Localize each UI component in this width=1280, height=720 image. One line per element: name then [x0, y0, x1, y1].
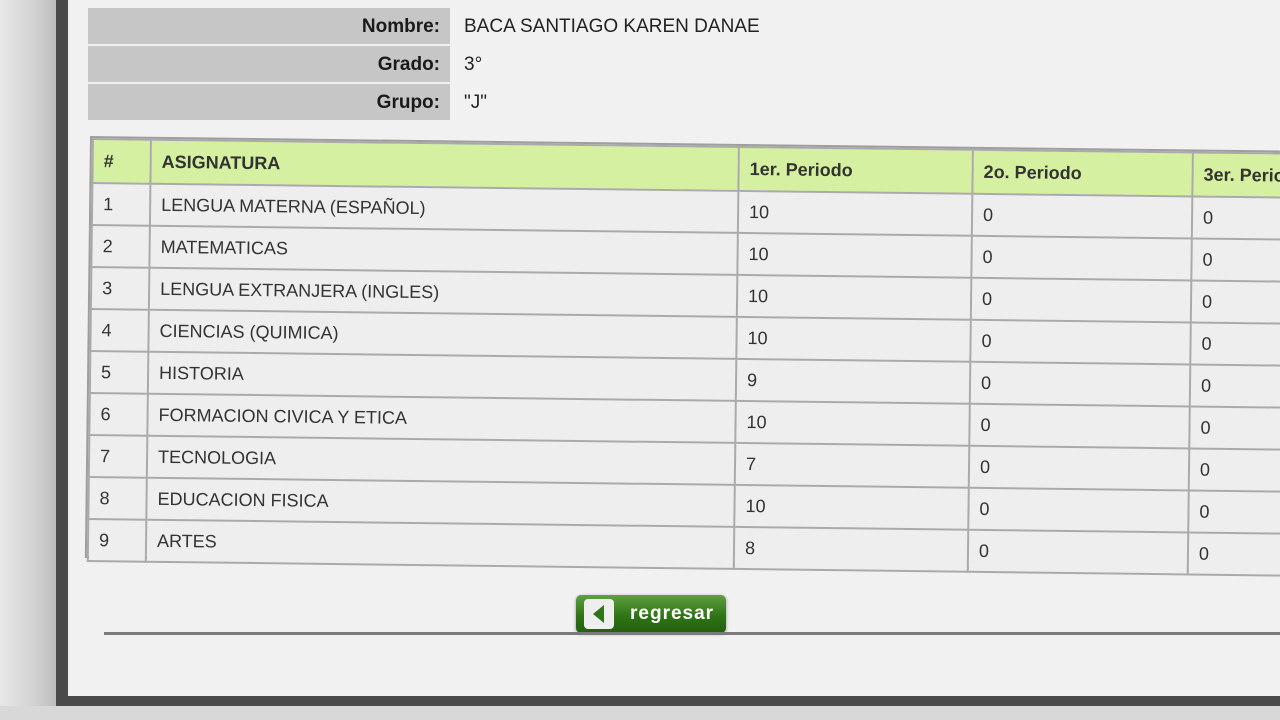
- monitor-bezel: [0, 0, 56, 720]
- header-periodo-2: 2o. Periodo: [972, 149, 1193, 197]
- periodo-1-cell: 10: [735, 400, 970, 446]
- periodo-2-cell: 0: [971, 193, 1193, 239]
- nombre-row: Nombre: BACA SANTIAGO KAREN DANAE: [88, 8, 760, 46]
- grades-table-body: 1 LENGUA MATERNA (ESPAÑOL) 10 0 0 2 MATEMATICA…: [87, 183, 1280, 576]
- grupo-row: Grupo: "J": [88, 84, 760, 122]
- nombre-label: Nombre:: [88, 8, 450, 44]
- subject-cell: ARTES: [145, 519, 735, 569]
- periodo-1-cell: 10: [737, 232, 972, 278]
- periodo-3-cell: 0: [1190, 280, 1280, 324]
- grado-row: Grado: 3°: [88, 46, 760, 84]
- row-number: 1: [91, 183, 151, 226]
- row-number: 6: [89, 393, 148, 436]
- row-number: 2: [91, 225, 150, 268]
- grupo-label: Grupo:: [88, 84, 450, 120]
- subject-cell: FORMACION CIVICA Y ETICA: [147, 393, 736, 443]
- row-number: 3: [90, 267, 150, 310]
- grado-label: Grado:: [88, 46, 450, 82]
- periodo-3-cell: 0: [1191, 196, 1280, 240]
- periodo-1-cell: 10: [737, 190, 973, 236]
- periodo-3-cell: 0: [1188, 490, 1280, 534]
- nombre-value: BACA SANTIAGO KAREN DANAE: [464, 16, 760, 37]
- page-bottom-edge: [0, 706, 1280, 720]
- back-arrow-icon: [584, 599, 614, 629]
- periodo-2-cell: 0: [967, 529, 1189, 575]
- subject-cell: CIENCIAS (QUIMICA): [148, 309, 737, 359]
- row-number: 5: [89, 351, 149, 394]
- periodo-2-cell: 0: [971, 235, 1192, 281]
- periodo-3-cell: 0: [1187, 532, 1280, 576]
- periodo-2-cell: 0: [968, 487, 1189, 533]
- header-num: #: [92, 139, 151, 184]
- student-info: Nombre: BACA SANTIAGO KAREN DANAE Grado:…: [88, 8, 760, 122]
- row-number: 4: [90, 309, 149, 352]
- subject-cell: LENGUA MATERNA (ESPAÑOL): [149, 183, 739, 233]
- periodo-1-cell: 10: [736, 316, 971, 362]
- periodo-1-cell: 9: [735, 358, 971, 404]
- regresar-label: regresar: [630, 603, 715, 624]
- periodo-3-cell: 0: [1189, 364, 1280, 408]
- periodo-1-cell: 8: [733, 526, 969, 572]
- periodo-2-cell: 0: [969, 403, 1190, 449]
- row-number: 7: [88, 435, 148, 478]
- periodo-1-cell: 10: [734, 484, 969, 530]
- periodo-2-cell: 0: [970, 277, 1192, 323]
- periodo-1-cell: 10: [736, 274, 972, 320]
- subject-cell: TECNOLOGIA: [146, 435, 736, 485]
- periodo-2-cell: 0: [969, 361, 1191, 407]
- periodo-2-cell: 0: [970, 319, 1191, 365]
- header-periodo-1: 1er. Periodo: [738, 146, 973, 194]
- header-asignatura: ASIGNATURA: [150, 139, 739, 191]
- subject-cell: EDUCACION FISICA: [146, 477, 735, 527]
- subject-cell: LENGUA EXTRANJERA (INGLES): [148, 267, 738, 317]
- grupo-value: "J": [464, 92, 487, 113]
- header-periodo-3: 3er. Perio: [1192, 152, 1280, 198]
- row-number: 9: [87, 519, 147, 562]
- grades-table: # ASIGNATURA 1er. Periodo 2o. Periodo 3e…: [87, 138, 1280, 577]
- grado-value: 3°: [464, 54, 483, 75]
- regresar-button[interactable]: regresar: [576, 595, 726, 633]
- grades-table-container: # ASIGNATURA 1er. Periodo 2o. Periodo 3e…: [84, 136, 1280, 576]
- periodo-3-cell: 0: [1188, 448, 1280, 492]
- periodo-1-cell: 7: [734, 442, 970, 488]
- periodo-3-cell: 0: [1191, 238, 1280, 282]
- subject-cell: MATEMATICAS: [149, 225, 738, 275]
- row-number: 8: [88, 477, 147, 520]
- subject-cell: HISTORIA: [147, 351, 737, 401]
- periodo-3-cell: 0: [1190, 322, 1280, 366]
- periodo-2-cell: 0: [968, 445, 1190, 491]
- periodo-3-cell: 0: [1189, 406, 1280, 450]
- divider: [104, 632, 1280, 635]
